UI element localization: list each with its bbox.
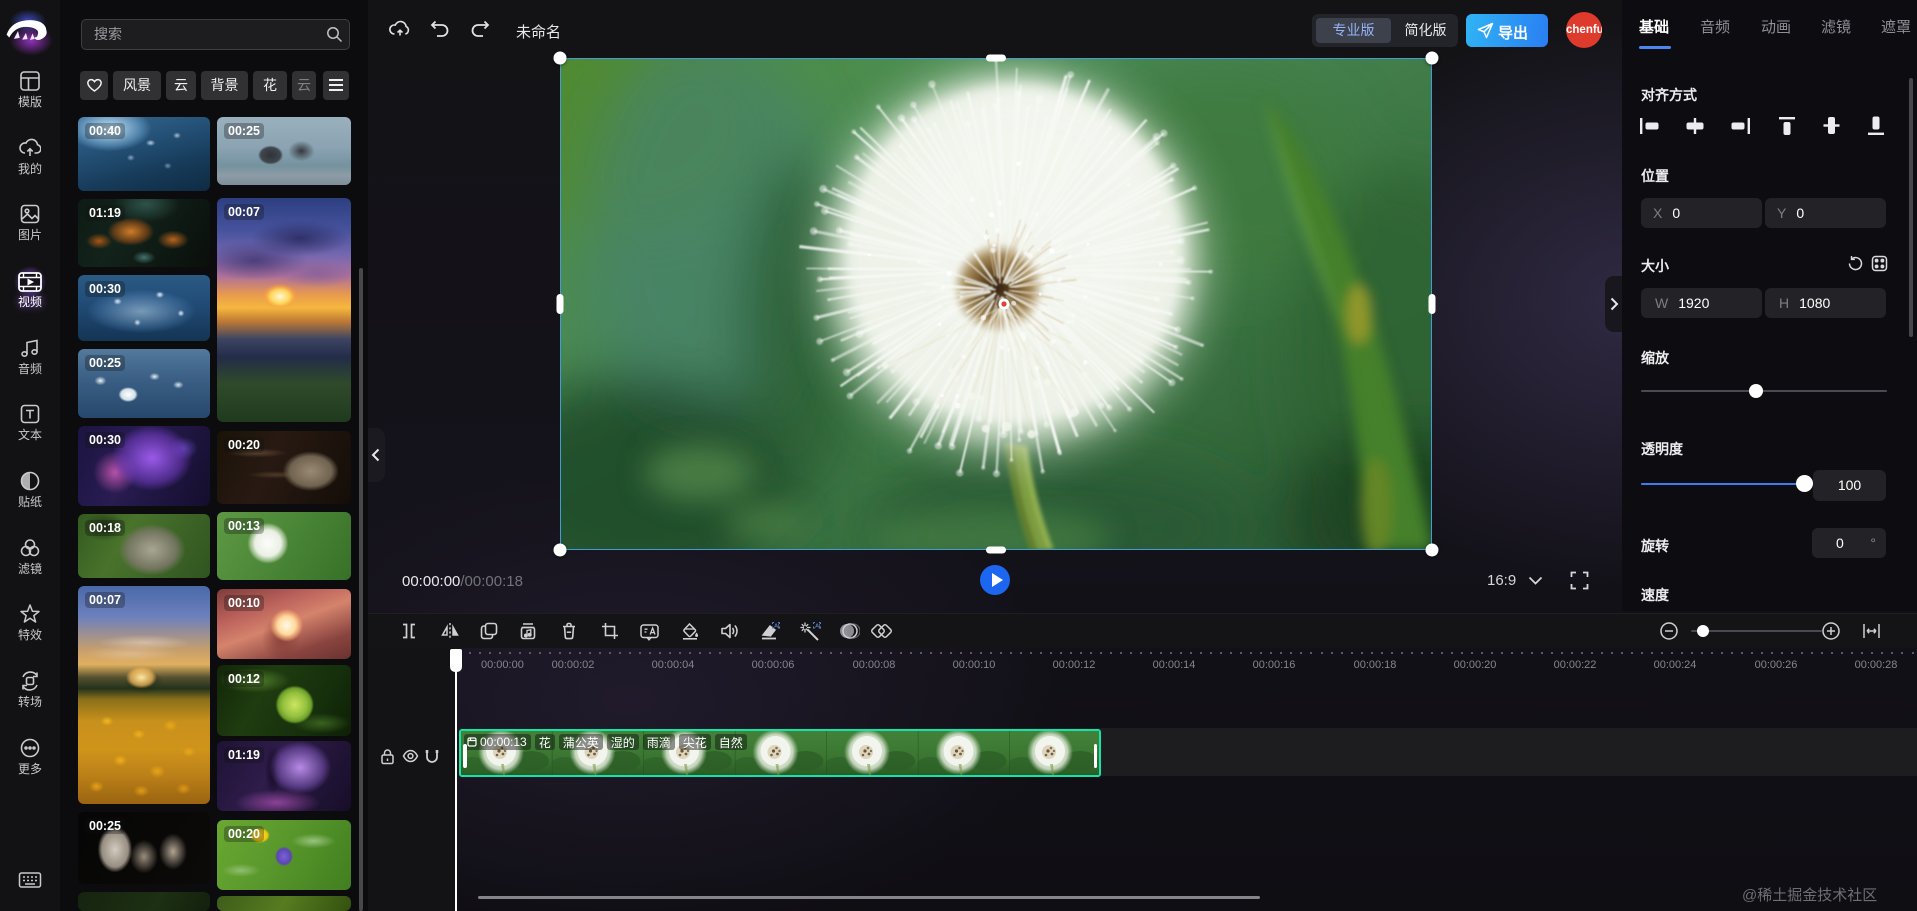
svg-text:AI: AI	[774, 623, 780, 629]
svg-text:AI: AI	[815, 623, 821, 629]
